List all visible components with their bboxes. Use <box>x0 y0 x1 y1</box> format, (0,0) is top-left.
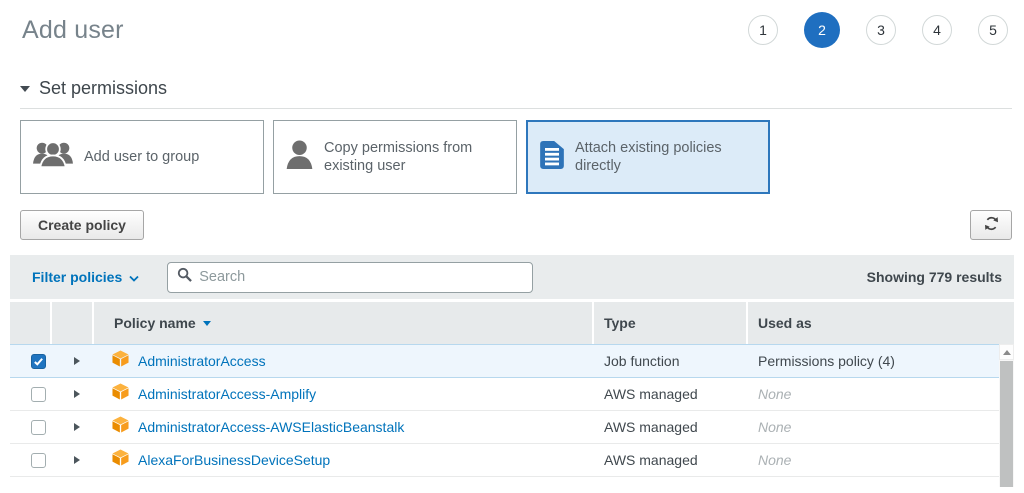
table-row-administratoraccess[interactable]: AdministratorAccess Job function Permiss… <box>10 344 1014 378</box>
document-icon <box>540 141 564 174</box>
results-count: Showing 779 results <box>867 269 1002 285</box>
policy-cube-icon <box>112 350 129 372</box>
policy-used-as: None <box>748 452 1014 468</box>
policy-type: AWS managed <box>594 386 748 402</box>
policy-name-link[interactable]: AlexaForBusinessDeviceSetup <box>138 452 330 468</box>
column-header-policy-name[interactable]: Policy name <box>94 302 594 344</box>
page-title: Add user <box>22 16 124 45</box>
search-icon <box>177 267 192 287</box>
wizard-step-3[interactable]: 3 <box>866 15 896 45</box>
expand-row-icon[interactable] <box>74 456 80 464</box>
expand-row-icon[interactable] <box>74 357 80 365</box>
table-row-alexaforbusinessdevicesetup[interactable]: AlexaForBusinessDeviceSetup AWS managed … <box>10 444 1014 477</box>
header-expand-cell <box>52 302 94 344</box>
section-title: Set permissions <box>39 78 167 99</box>
policy-used-as: None <box>748 419 1014 435</box>
expand-row-icon[interactable] <box>74 423 80 431</box>
policy-name-link[interactable]: AdministratorAccess-Amplify <box>138 386 316 402</box>
expand-row-icon[interactable] <box>74 390 80 398</box>
filter-policies-label: Filter policies <box>32 269 122 285</box>
search-box[interactable] <box>167 262 533 293</box>
scrollbar-up-arrow[interactable] <box>999 344 1014 360</box>
user-icon <box>286 140 313 174</box>
wizard-step-4[interactable]: 4 <box>922 15 952 45</box>
wizard-step-5[interactable]: 5 <box>978 15 1008 45</box>
up-triangle-icon <box>1003 350 1011 355</box>
filter-bar: Filter policies Showing 779 results <box>10 255 1014 299</box>
policy-used-as: Permissions policy (4) <box>748 353 1014 369</box>
card-label: Add user to group <box>84 148 199 166</box>
policy-name-link[interactable]: AdministratorAccess-AWSElasticBeanstalk <box>138 419 404 435</box>
collapse-triangle-icon <box>20 86 30 92</box>
create-policy-button[interactable]: Create policy <box>20 210 144 240</box>
policy-cube-icon <box>112 383 129 405</box>
policy-type: AWS managed <box>594 419 748 435</box>
wizard-steps: 1 2 3 4 5 <box>748 12 1008 48</box>
row-checkbox-checked[interactable] <box>31 354 46 369</box>
table-scrollbar[interactable] <box>999 344 1014 487</box>
wizard-step-2-active[interactable]: 2 <box>804 12 840 48</box>
table-row-administratoraccess-amplify[interactable]: AdministratorAccess-Amplify AWS managed … <box>10 378 1014 411</box>
policies-table: Filter policies Showing 779 results Poli… <box>10 255 1014 477</box>
row-checkbox[interactable] <box>31 420 46 435</box>
search-input[interactable] <box>199 269 523 285</box>
filter-policies-dropdown[interactable]: Filter policies <box>32 269 139 285</box>
column-header-used-as[interactable]: Used as <box>748 302 1014 344</box>
table-header-row: Policy name Type Used as <box>10 302 1014 344</box>
policy-type: AWS managed <box>594 452 748 468</box>
permission-option-cards: Add user to group Copy permissions from … <box>20 120 1012 194</box>
group-icon <box>33 140 73 174</box>
policy-name-header-label: Policy name <box>114 315 196 331</box>
policy-used-as: None <box>748 386 1014 402</box>
header-checkbox-cell <box>10 302 52 344</box>
set-permissions-section-toggle[interactable]: Set permissions <box>20 78 1012 109</box>
card-add-user-to-group[interactable]: Add user to group <box>20 120 264 194</box>
table-body: AdministratorAccess Job function Permiss… <box>10 344 1014 477</box>
policies-toolbar: Create policy <box>20 210 1012 240</box>
chevron-down-icon <box>129 269 139 285</box>
refresh-button[interactable] <box>970 210 1012 240</box>
card-label: Copy permissions from existing user <box>324 139 482 175</box>
sort-desc-icon <box>203 321 211 326</box>
column-header-type[interactable]: Type <box>594 302 748 344</box>
scrollbar-thumb[interactable] <box>1000 361 1013 487</box>
row-checkbox[interactable] <box>31 387 46 402</box>
card-attach-existing-policies[interactable]: Attach existing policies directly <box>526 120 770 194</box>
wizard-step-1[interactable]: 1 <box>748 15 778 45</box>
row-checkbox[interactable] <box>31 453 46 468</box>
page-header: Add user 1 2 3 4 5 <box>0 0 1024 48</box>
card-label: Attach existing policies directly <box>575 139 733 175</box>
refresh-icon <box>984 216 999 234</box>
policy-name-link[interactable]: AdministratorAccess <box>138 353 266 369</box>
policy-cube-icon <box>112 416 129 438</box>
policy-type: Job function <box>594 353 748 369</box>
policy-cube-icon <box>112 449 129 471</box>
table-row-administratoraccess-awselasticbeanstalk[interactable]: AdministratorAccess-AWSElasticBeanstalk … <box>10 411 1014 444</box>
card-copy-permissions[interactable]: Copy permissions from existing user <box>273 120 517 194</box>
